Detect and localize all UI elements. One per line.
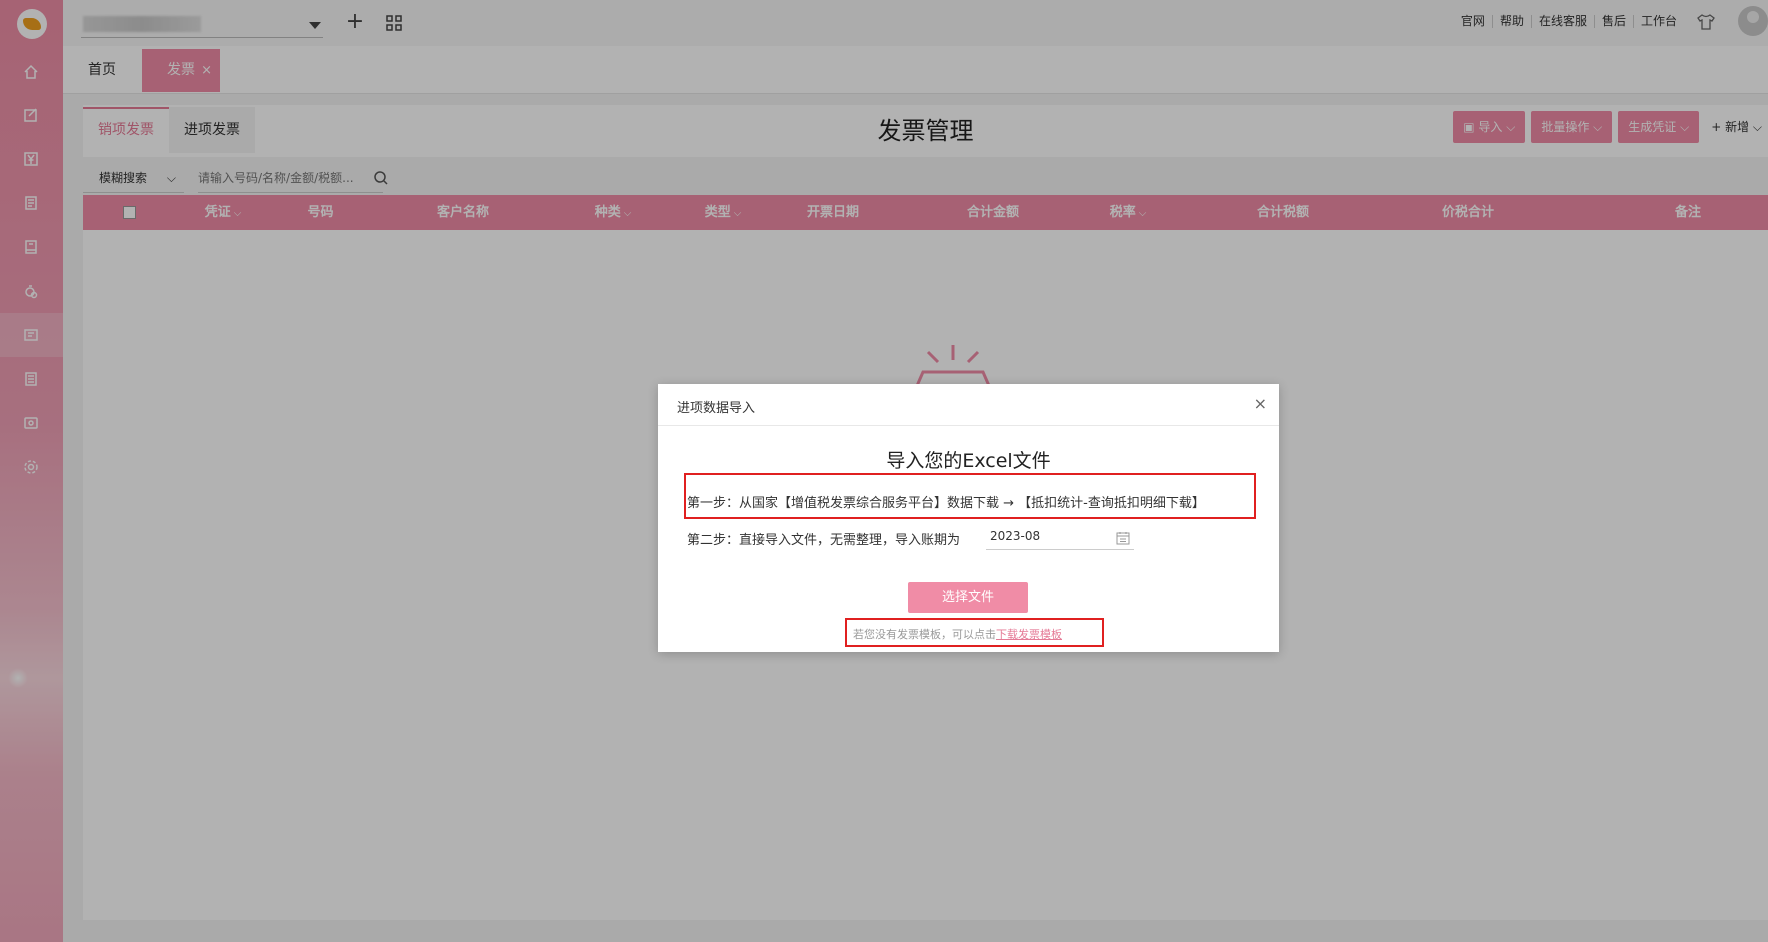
period-value: 2023-08 (990, 529, 1041, 543)
dialog-header: 进项数据导入 × (658, 384, 1279, 426)
close-icon[interactable]: × (1254, 394, 1267, 413)
template-tip: 若您没有发票模板，可以点击下载发票模板 (853, 628, 1062, 641)
choose-file-button[interactable]: 选择文件 (908, 582, 1028, 613)
dialog-title: 进项数据导入 (677, 401, 756, 416)
step1-text: 第一步：从国家【增值税发票综合服务平台】数据下载 → 【抵扣统计-查询抵扣明细下… (687, 496, 1205, 511)
calendar-icon[interactable] (1116, 529, 1130, 545)
dialog-heading: 导入您的Excel文件 (886, 450, 1051, 472)
period-date-picker[interactable]: 2023-08 (986, 524, 1134, 550)
import-dialog: 进项数据导入 × 导入您的Excel文件 第一步：从国家【增值税发票综合服务平台… (658, 384, 1279, 652)
step2-text: 第二步：直接导入文件，无需整理，导入账期为 (687, 533, 961, 548)
download-template-link[interactable]: 下载发票模板 (996, 628, 1062, 641)
